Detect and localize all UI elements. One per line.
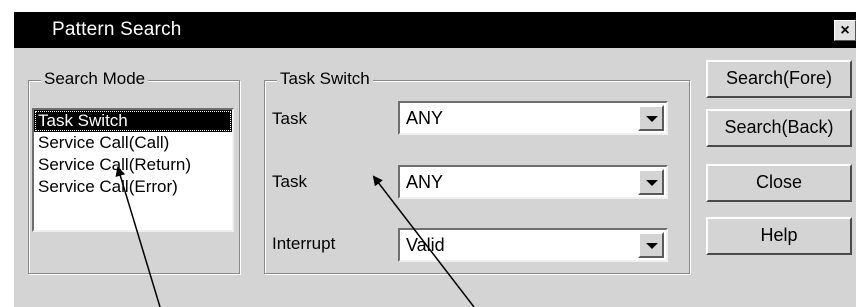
task-label-2: Task bbox=[272, 172, 307, 191]
task-select-1-value: ANY bbox=[406, 108, 444, 128]
search-back-button[interactable]: Search(Back) bbox=[706, 109, 852, 147]
task-switch-legend: Task Switch bbox=[277, 69, 373, 89]
window-title: Pattern Search bbox=[52, 19, 182, 40]
pattern-search-dialog: Pattern Search × Search Mode Task Switch… bbox=[14, 12, 856, 307]
task-select-1[interactable]: ANY bbox=[398, 101, 668, 135]
list-item-task-switch[interactable]: Task Switch bbox=[34, 110, 232, 132]
close-window-button[interactable]: × bbox=[834, 20, 856, 41]
interrupt-select-dropdown-button[interactable] bbox=[638, 232, 664, 258]
chevron-down-icon bbox=[646, 116, 658, 122]
task-label-1: Task bbox=[272, 109, 307, 128]
search-fore-button[interactable]: Search(Fore) bbox=[706, 60, 852, 98]
interrupt-label: Interrupt bbox=[272, 234, 336, 253]
search-mode-legend: Search Mode bbox=[41, 69, 149, 89]
list-item-service-call-return[interactable]: Service Call(Return) bbox=[34, 154, 232, 176]
task-select-2-value: ANY bbox=[406, 172, 444, 192]
task-select-1-dropdown-button[interactable] bbox=[638, 105, 664, 131]
task-select-2-dropdown-button[interactable] bbox=[638, 169, 664, 195]
search-mode-listbox[interactable]: Task Switch Service Call(Call) Service C… bbox=[32, 108, 234, 232]
close-icon: × bbox=[840, 22, 850, 39]
interrupt-select[interactable]: Valid bbox=[398, 228, 668, 262]
list-item-service-call-call[interactable]: Service Call(Call) bbox=[34, 132, 232, 154]
interrupt-select-value: Valid bbox=[406, 235, 445, 255]
close-button[interactable]: Close bbox=[706, 164, 852, 202]
task-select-2[interactable]: ANY bbox=[398, 165, 668, 199]
list-item-service-call-error[interactable]: Service Call(Error) bbox=[34, 176, 232, 198]
help-button[interactable]: Help bbox=[706, 217, 852, 255]
chevron-down-icon bbox=[646, 180, 658, 186]
title-bar[interactable]: Pattern Search × bbox=[14, 12, 856, 48]
chevron-down-icon bbox=[646, 243, 658, 249]
